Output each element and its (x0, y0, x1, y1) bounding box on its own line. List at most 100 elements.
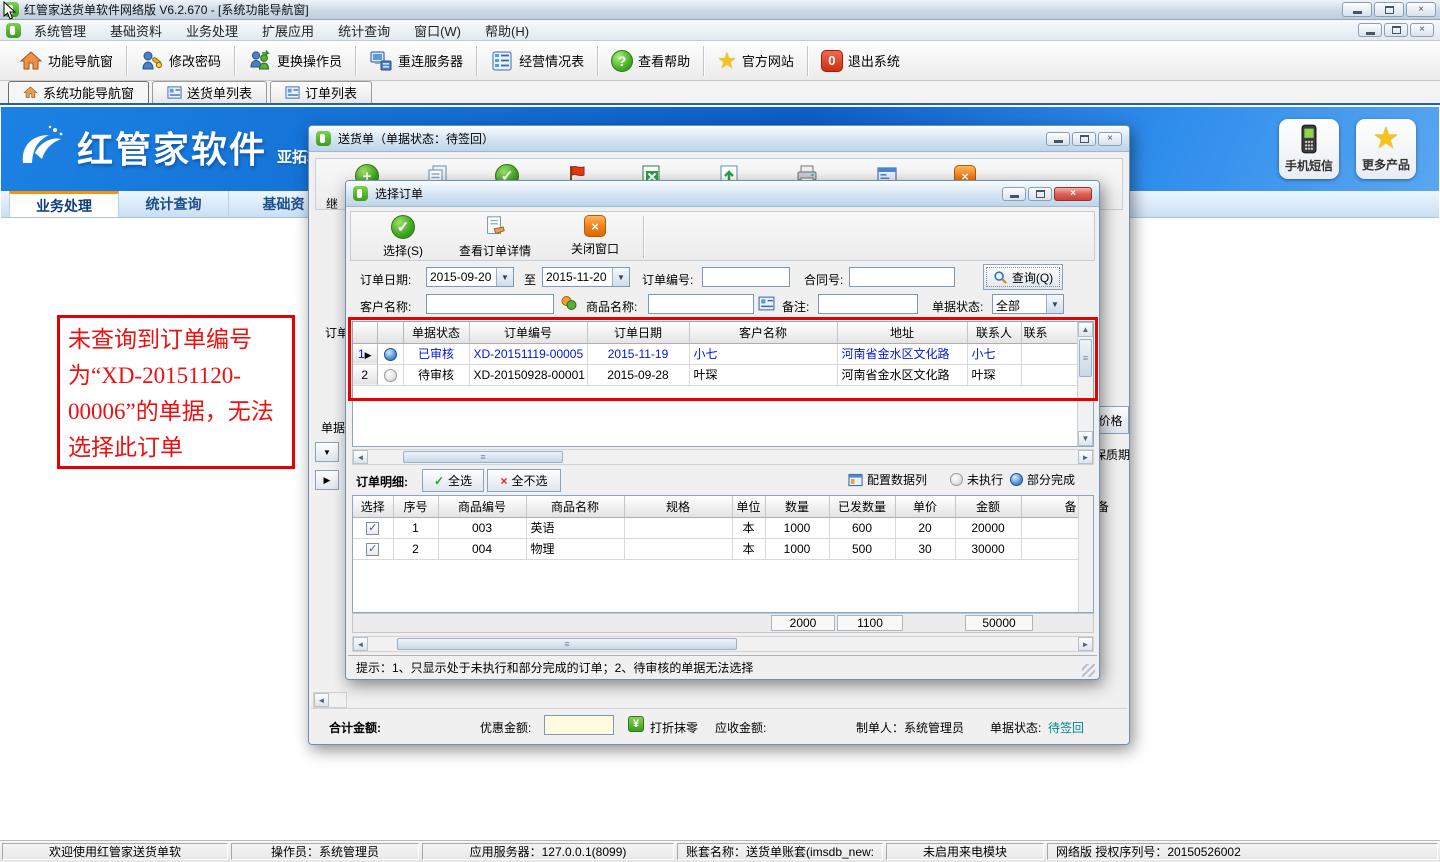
detail-row: ✓ 2 004 物理 本 1000 500 30 30000 (353, 538, 1079, 559)
dropdown-button[interactable]: ▼ (315, 442, 339, 462)
business-report-button[interactable]: 经营情况表 (481, 46, 593, 76)
mdi-minimize-icon[interactable] (1358, 23, 1382, 37)
delivery-minimize-icon[interactable] (1046, 132, 1070, 146)
legend-partial: 部分完成 (1010, 471, 1075, 488)
mdi-area: 红管家软件 亚拓软件旗下产品 手机短信 ★ 更多产品 业务处理 统计查询 基础资… (0, 105, 1440, 840)
exit-button[interactable]: 0 退出系统 (812, 47, 909, 75)
tab-order-list[interactable]: 订单列表 (270, 81, 372, 103)
hint-text: 提示：1、只显示处于未执行和部分完成的订单；2、待审核的单据无法选择 (356, 659, 753, 676)
config-columns-button[interactable]: 配置数据列 (848, 471, 927, 488)
customer-input[interactable] (426, 294, 554, 314)
partial-sphere-icon (1010, 473, 1023, 486)
select-dialog-titlebar[interactable]: 选择订单 × (346, 181, 1099, 207)
select-close-icon[interactable]: × (1054, 187, 1092, 201)
help-button[interactable]: ? 查看帮助 (602, 47, 699, 75)
sms-button[interactable]: 手机短信 (1279, 119, 1339, 179)
menu-help[interactable]: 帮助(H) (474, 19, 540, 42)
detail-hscrollbar[interactable]: ◄ ≡ ► (352, 636, 1094, 652)
product-input[interactable] (648, 294, 754, 314)
orders-hscrollbar[interactable]: ◄ ≡ ► (352, 449, 1094, 465)
reconnect-server-button[interactable]: 重连服务器 (360, 46, 472, 76)
detail-vscrollbar[interactable] (1078, 496, 1093, 612)
nav-tab-stats[interactable]: 统计查询 (119, 191, 229, 217)
select-none-button[interactable]: × 全不选 (487, 469, 561, 492)
row-checkbox[interactable]: ✓ (366, 543, 379, 556)
minimize-icon[interactable] (1342, 2, 1372, 17)
change-password-button[interactable]: 修改密码 (131, 46, 230, 76)
menu-business[interactable]: 业务处理 (175, 19, 249, 42)
select-restore-icon[interactable] (1028, 187, 1052, 201)
mdi-close-icon[interactable]: × (1410, 23, 1434, 37)
nav-tab-business[interactable]: 业务处理 (9, 191, 119, 217)
date-to-combo[interactable]: 2015-11-20▼ (542, 267, 630, 287)
delivery-dialog-title: 送货单（单据状态：待签回） (338, 130, 494, 147)
expand-row-button[interactable]: ▶ (315, 470, 339, 490)
discount-input[interactable] (544, 715, 614, 735)
menu-system[interactable]: 系统管理 (23, 19, 97, 42)
menu-stats[interactable]: 统计查询 (327, 19, 401, 42)
exit-icon: 0 (821, 50, 843, 72)
delivery-dialog-titlebar[interactable]: 送货单（单据状态：待签回） × (309, 126, 1129, 152)
customer-picker-icon[interactable] (560, 294, 578, 315)
resize-grip[interactable] (1082, 664, 1095, 677)
order-no-label: 订单编号: (642, 271, 693, 288)
col-price: 单价 (895, 496, 955, 517)
phone-icon (1297, 124, 1321, 154)
close-window-button[interactable]: × 关闭窗口 (563, 213, 627, 259)
detail-row: ✓ 1 003 英语 本 1000 600 20 20000 (353, 517, 1079, 538)
delivery-close-icon[interactable]: × (1098, 132, 1122, 146)
status-license: 网络版 授权序列号：20150526002 (1047, 843, 1438, 860)
contract-label: 合同号: (804, 271, 843, 288)
status-partial-icon (384, 348, 397, 361)
official-site-button[interactable]: ★ 官方网站 (708, 47, 803, 75)
orders-vscrollbar[interactable]: ▲ ≡ ▼ (1077, 322, 1093, 446)
select-all-button[interactable]: ✓ 全选 (422, 469, 484, 492)
select-minimize-icon[interactable] (1002, 187, 1026, 201)
status-filter-label: 单据状态: (932, 298, 983, 315)
scroll-right-icon: ► (1078, 637, 1093, 651)
yen-icon[interactable]: ¥ (628, 716, 644, 732)
order-no-input[interactable] (702, 267, 790, 287)
close-window-icon: × (584, 215, 606, 237)
view-order-detail-button[interactable]: 查看订单详情 (451, 213, 539, 261)
select-toolbar: ✓ 选择(S) 查看订单详情 × 关闭窗口 (350, 211, 1095, 261)
delivery-hscrollbar[interactable]: ◄ (313, 692, 347, 708)
switch-operator-button[interactable]: 更换操作员 (239, 46, 351, 76)
app-title: 红管家送货单软件网络版 V6.2.670 - [系统功能导航窗] (24, 1, 309, 18)
status-filter-combo[interactable]: 全部▼ (992, 294, 1064, 314)
date-from-combo[interactable]: 2015-09-20▼ (426, 267, 514, 287)
doc-status-label: 单据状态: (990, 719, 1041, 736)
close-icon[interactable]: × (1406, 2, 1436, 17)
select-dialog-icon (353, 186, 368, 201)
select-button[interactable]: ✓ 选择(S) (375, 213, 431, 261)
delivery-restore-icon[interactable] (1072, 132, 1096, 146)
row-checkbox[interactable]: ✓ (366, 522, 379, 535)
order-row[interactable]: 2 待审核 XD-20150928-00001 2015-09-28 叶琛 河南… (353, 364, 1079, 385)
order-row[interactable]: 1▶ 已审核 XD-20151119-00005 2015-11-19 小七 河… (353, 343, 1079, 364)
restore-icon[interactable] (1374, 2, 1404, 17)
col-product-code: 商品编号 (438, 496, 526, 517)
more-products-button[interactable]: ★ 更多产品 (1356, 119, 1416, 179)
round-off-label[interactable]: 打折抹零 (650, 719, 698, 736)
detail-table: 选择 序号 商品编号 商品名称 规格 单位 数量 已发数量 单价 金额 备 ✓ … (353, 496, 1080, 560)
tab-nav-window[interactable]: 系统功能导航窗 (8, 81, 149, 103)
tab-delivery-list[interactable]: 送货单列表 (152, 81, 267, 103)
total-shipped: 1100 (837, 615, 903, 631)
config-columns-icon (848, 473, 863, 487)
nav-window-button[interactable]: 功能导航窗 (10, 46, 122, 76)
status-account-set: 账套名称：送货单账套(imsdb_new: (677, 843, 883, 860)
menu-window[interactable]: 窗口(W) (403, 19, 472, 42)
mdi-restore-icon[interactable] (1384, 23, 1408, 37)
col-product-name: 商品名称 (526, 496, 624, 517)
order-detail-label: 订单明细: (356, 473, 408, 490)
scroll-down-icon: ▼ (1078, 431, 1093, 446)
menu-basedata[interactable]: 基础资料 (99, 19, 173, 42)
select-check-icon: ✓ (391, 215, 415, 239)
product-picker-icon[interactable] (758, 295, 775, 315)
contract-input[interactable] (849, 267, 955, 287)
detail-totals: 2000 1100 50000 (352, 613, 1094, 633)
menu-extend[interactable]: 扩展应用 (251, 19, 325, 42)
query-button[interactable]: 查询(Q) (983, 264, 1063, 290)
remark-input[interactable] (818, 294, 918, 314)
report-table-icon (490, 49, 514, 73)
